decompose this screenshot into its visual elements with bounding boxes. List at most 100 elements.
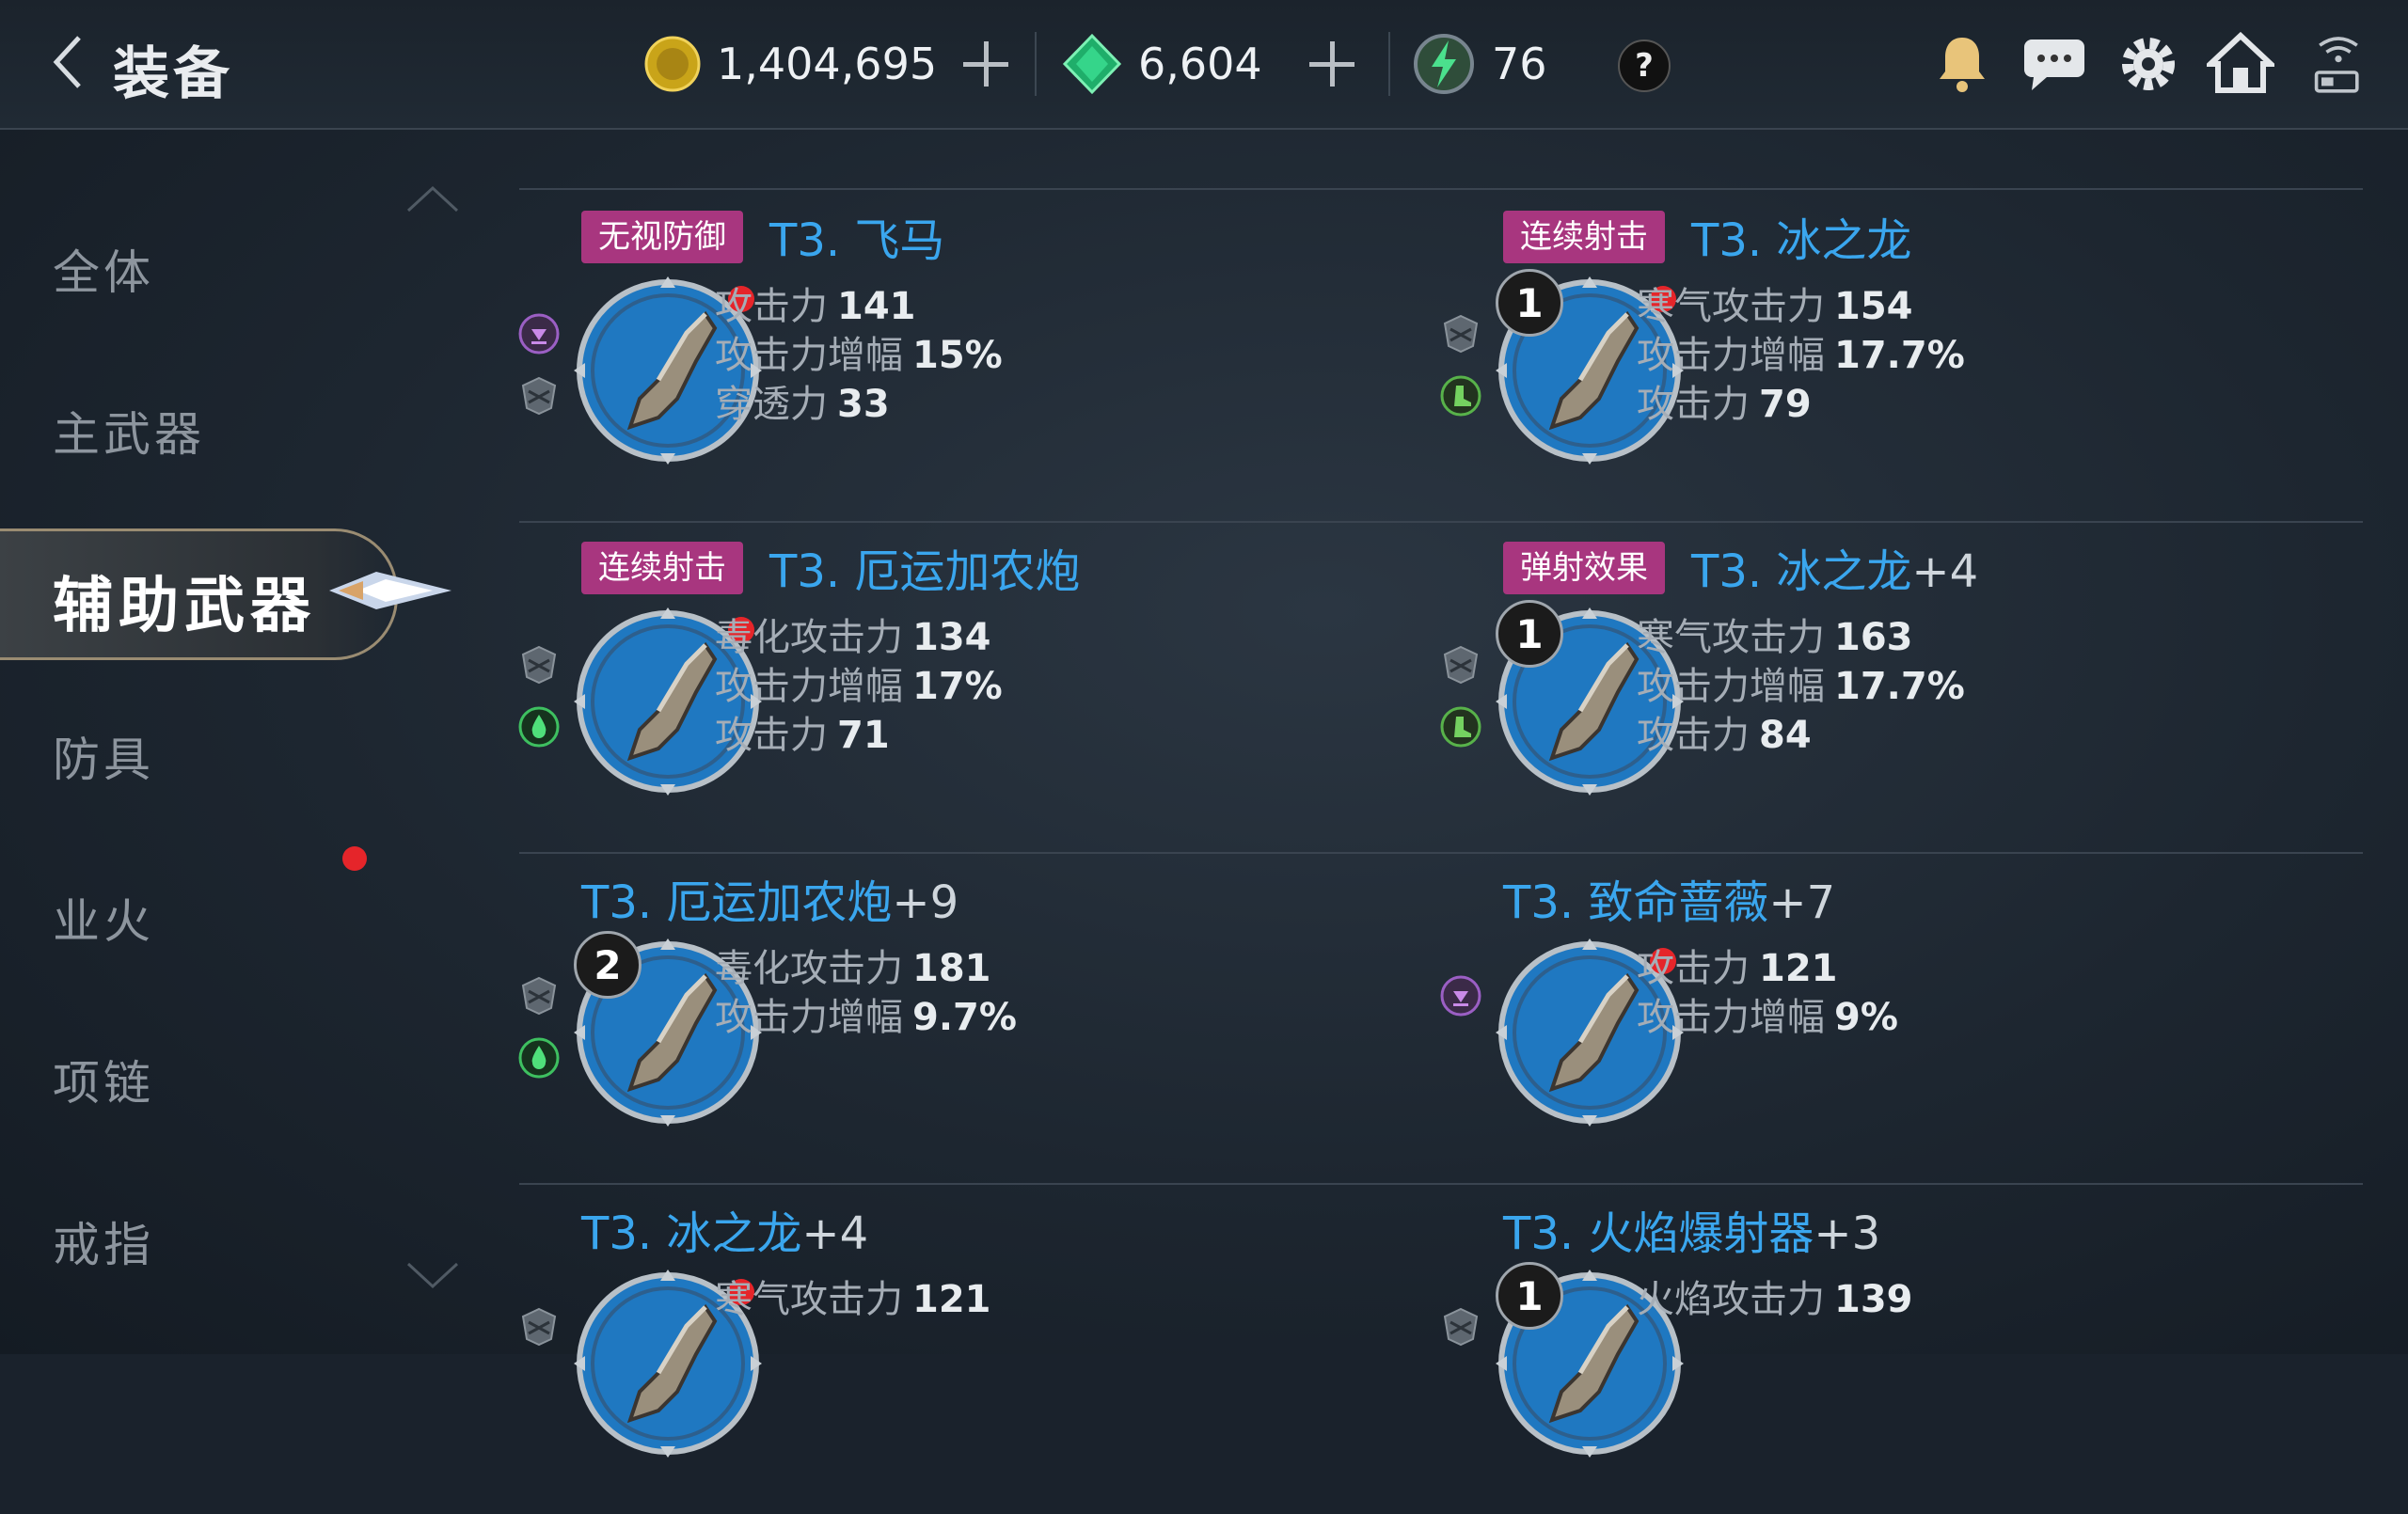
page-title: 装备 xyxy=(113,41,233,107)
item-name-text: T3. 厄运加农炮 xyxy=(769,545,1081,598)
stat-value: 141 xyxy=(837,285,916,328)
stat-row: 攻击力 71 xyxy=(715,711,1003,760)
equipment-item[interactable]: T3. 火焰爆射器+3 1 火焰攻击力 139 xyxy=(1439,1194,2323,1514)
item-enhance-level: +4 xyxy=(1911,545,1979,598)
stat-value: 33 xyxy=(837,383,890,426)
item-stats: 火焰攻击力 139 xyxy=(1637,1275,1913,1324)
item-name-text: T3. 火焰爆射器 xyxy=(1503,1207,1814,1260)
stat-row: 寒气攻击力 163 xyxy=(1637,613,1965,662)
equipment-item[interactable]: T3. 厄运加农炮+9 2 毒化攻击力 181 攻击力增幅 9.7% xyxy=(517,863,1402,1183)
notification-dot xyxy=(342,846,367,871)
stat-label: 寒气攻击力 xyxy=(1637,616,1825,659)
bell-icon[interactable] xyxy=(1928,30,1996,98)
stat-label: 攻击力增幅 xyxy=(1637,665,1825,708)
shield-grey-icon xyxy=(521,976,557,1016)
item-name: T3. 冰之龙+4 xyxy=(581,1196,868,1262)
stat-value: 17.7% xyxy=(1834,334,1965,377)
item-stats: 寒气攻击力 163 攻击力增幅 17.7% 攻击力 84 xyxy=(1637,613,1965,760)
stat-label: 寒气攻击力 xyxy=(715,1278,903,1321)
stat-value: 134 xyxy=(912,616,991,659)
stat-value: 79 xyxy=(1759,383,1812,426)
sidebar-item-all[interactable]: 全体 xyxy=(53,235,154,303)
item-stats: 攻击力 121 攻击力增幅 9% xyxy=(1637,944,1898,1042)
equipment-item[interactable]: 无视防御 T3. 飞马 攻击力 141 攻击力增幅 15% 穿透力 33 xyxy=(517,201,1402,521)
equipment-item[interactable]: T3. 冰之龙+4 寒气攻击力 121 xyxy=(517,1194,1402,1514)
stat-label: 攻击力 xyxy=(715,714,828,757)
green-boot-icon xyxy=(1440,375,1481,417)
skill-tag: 无视防御 xyxy=(581,211,743,263)
item-name-text: T3. 冰之龙 xyxy=(1691,545,1912,598)
home-icon[interactable] xyxy=(2207,30,2274,98)
stat-value: 121 xyxy=(912,1278,991,1321)
stat-label: 寒气攻击力 xyxy=(1637,285,1825,328)
sidebar-item-ring[interactable]: 戒指 xyxy=(53,1207,154,1275)
back-arrow-icon[interactable] xyxy=(49,34,87,90)
stat-value: 154 xyxy=(1834,285,1913,328)
stat-row: 毒化攻击力 134 xyxy=(715,613,1003,662)
skill-tag: 连续射击 xyxy=(1503,211,1665,263)
star-badge: 1 xyxy=(1496,269,1563,337)
sidebar-item-armor[interactable]: 防具 xyxy=(53,722,154,790)
chat-icon[interactable] xyxy=(2020,30,2088,98)
item-name-text: T3. 飞马 xyxy=(769,214,945,267)
sidebar-item-hellfire[interactable]: 业火 xyxy=(53,884,154,952)
scroll-up-chevron-icon[interactable] xyxy=(404,184,461,213)
equipment-item[interactable]: 弹射效果 T3. 冰之龙+4 1 寒气攻击力 163 攻击力增幅 17.7% 攻击力 84 xyxy=(1439,532,2323,852)
stat-row: 攻击力 121 xyxy=(1637,944,1898,993)
skill-tag: 弹射效果 xyxy=(1503,542,1665,594)
stat-label: 攻击力增幅 xyxy=(1637,996,1825,1039)
help-button[interactable]: ? xyxy=(1618,39,1671,92)
item-name: T3. 飞马 xyxy=(769,203,944,269)
row-divider xyxy=(519,521,2363,523)
equipment-item[interactable]: 连续射击 T3. 冰之龙 1 寒气攻击力 154 攻击力增幅 17.7% 攻击力 79 xyxy=(1439,201,2323,521)
green-drop-icon xyxy=(518,1037,560,1079)
stat-row: 寒气攻击力 121 xyxy=(715,1275,991,1324)
stat-row: 攻击力增幅 9% xyxy=(1637,993,1898,1042)
green-boot-icon xyxy=(1440,706,1481,748)
gold-currency: 1,404,695 xyxy=(643,28,937,100)
stat-row: 寒气攻击力 154 xyxy=(1637,282,1965,331)
stat-row: 攻击力 79 xyxy=(1637,380,1965,429)
scroll-down-chevron-icon[interactable] xyxy=(404,1262,461,1290)
sidebar-item-main-weapon[interactable]: 主武器 xyxy=(53,397,205,465)
item-stats: 毒化攻击力 134 攻击力增幅 17% 攻击力 71 xyxy=(715,613,1003,760)
row-divider xyxy=(519,188,2363,190)
stat-value: 181 xyxy=(912,947,991,990)
stat-label: 攻击力增幅 xyxy=(715,996,903,1039)
gem-currency: 6,604 xyxy=(1061,28,1262,100)
stat-row: 火焰攻击力 139 xyxy=(1637,1275,1913,1324)
gear-icon[interactable] xyxy=(2115,30,2182,98)
add-gold-button[interactable] xyxy=(958,36,1014,92)
item-name: T3. 厄运加农炮+9 xyxy=(581,865,958,931)
stat-value: 17.7% xyxy=(1834,665,1965,708)
shield-grey-icon xyxy=(1443,1307,1479,1347)
item-name: T3. 冰之龙+4 xyxy=(1691,534,1978,600)
star-badge: 2 xyxy=(574,931,642,999)
stat-label: 攻击力 xyxy=(715,285,828,328)
stat-value: 9% xyxy=(1834,996,1898,1039)
divider xyxy=(1035,32,1037,96)
row-divider xyxy=(519,1183,2363,1185)
green-drop-icon xyxy=(518,706,560,748)
shield-grey-icon xyxy=(521,645,557,685)
item-enhance-level: +9 xyxy=(892,876,959,929)
stat-label: 攻击力增幅 xyxy=(1637,334,1825,377)
purple-down-icon xyxy=(1440,975,1481,1017)
item-name-text: T3. 冰之龙 xyxy=(581,1207,802,1260)
stat-label: 毒化攻击力 xyxy=(715,947,903,990)
stat-value: 9.7% xyxy=(912,996,1017,1039)
sidebar-item-necklace[interactable]: 项链 xyxy=(53,1046,154,1113)
item-name-text: T3. 冰之龙 xyxy=(1691,214,1912,267)
row-divider xyxy=(519,852,2363,854)
equipment-item[interactable]: 连续射击 T3. 厄运加农炮 毒化攻击力 134 攻击力增幅 17% 攻击力 71 xyxy=(517,532,1402,852)
stat-value: 121 xyxy=(1759,947,1838,990)
stat-label: 攻击力 xyxy=(1637,714,1750,757)
equipment-item[interactable]: T3. 致命蔷薇+7 攻击力 121 攻击力增幅 9% xyxy=(1439,863,2323,1183)
add-gem-button[interactable] xyxy=(1304,36,1360,92)
stat-row: 攻击力 84 xyxy=(1637,711,1965,760)
stat-row: 穿透力 33 xyxy=(715,380,1003,429)
item-name: T3. 冰之龙 xyxy=(1691,203,1911,269)
stat-row: 攻击力增幅 17% xyxy=(715,662,1003,711)
stat-value: 139 xyxy=(1834,1278,1913,1321)
star-badge: 1 xyxy=(1496,600,1563,668)
